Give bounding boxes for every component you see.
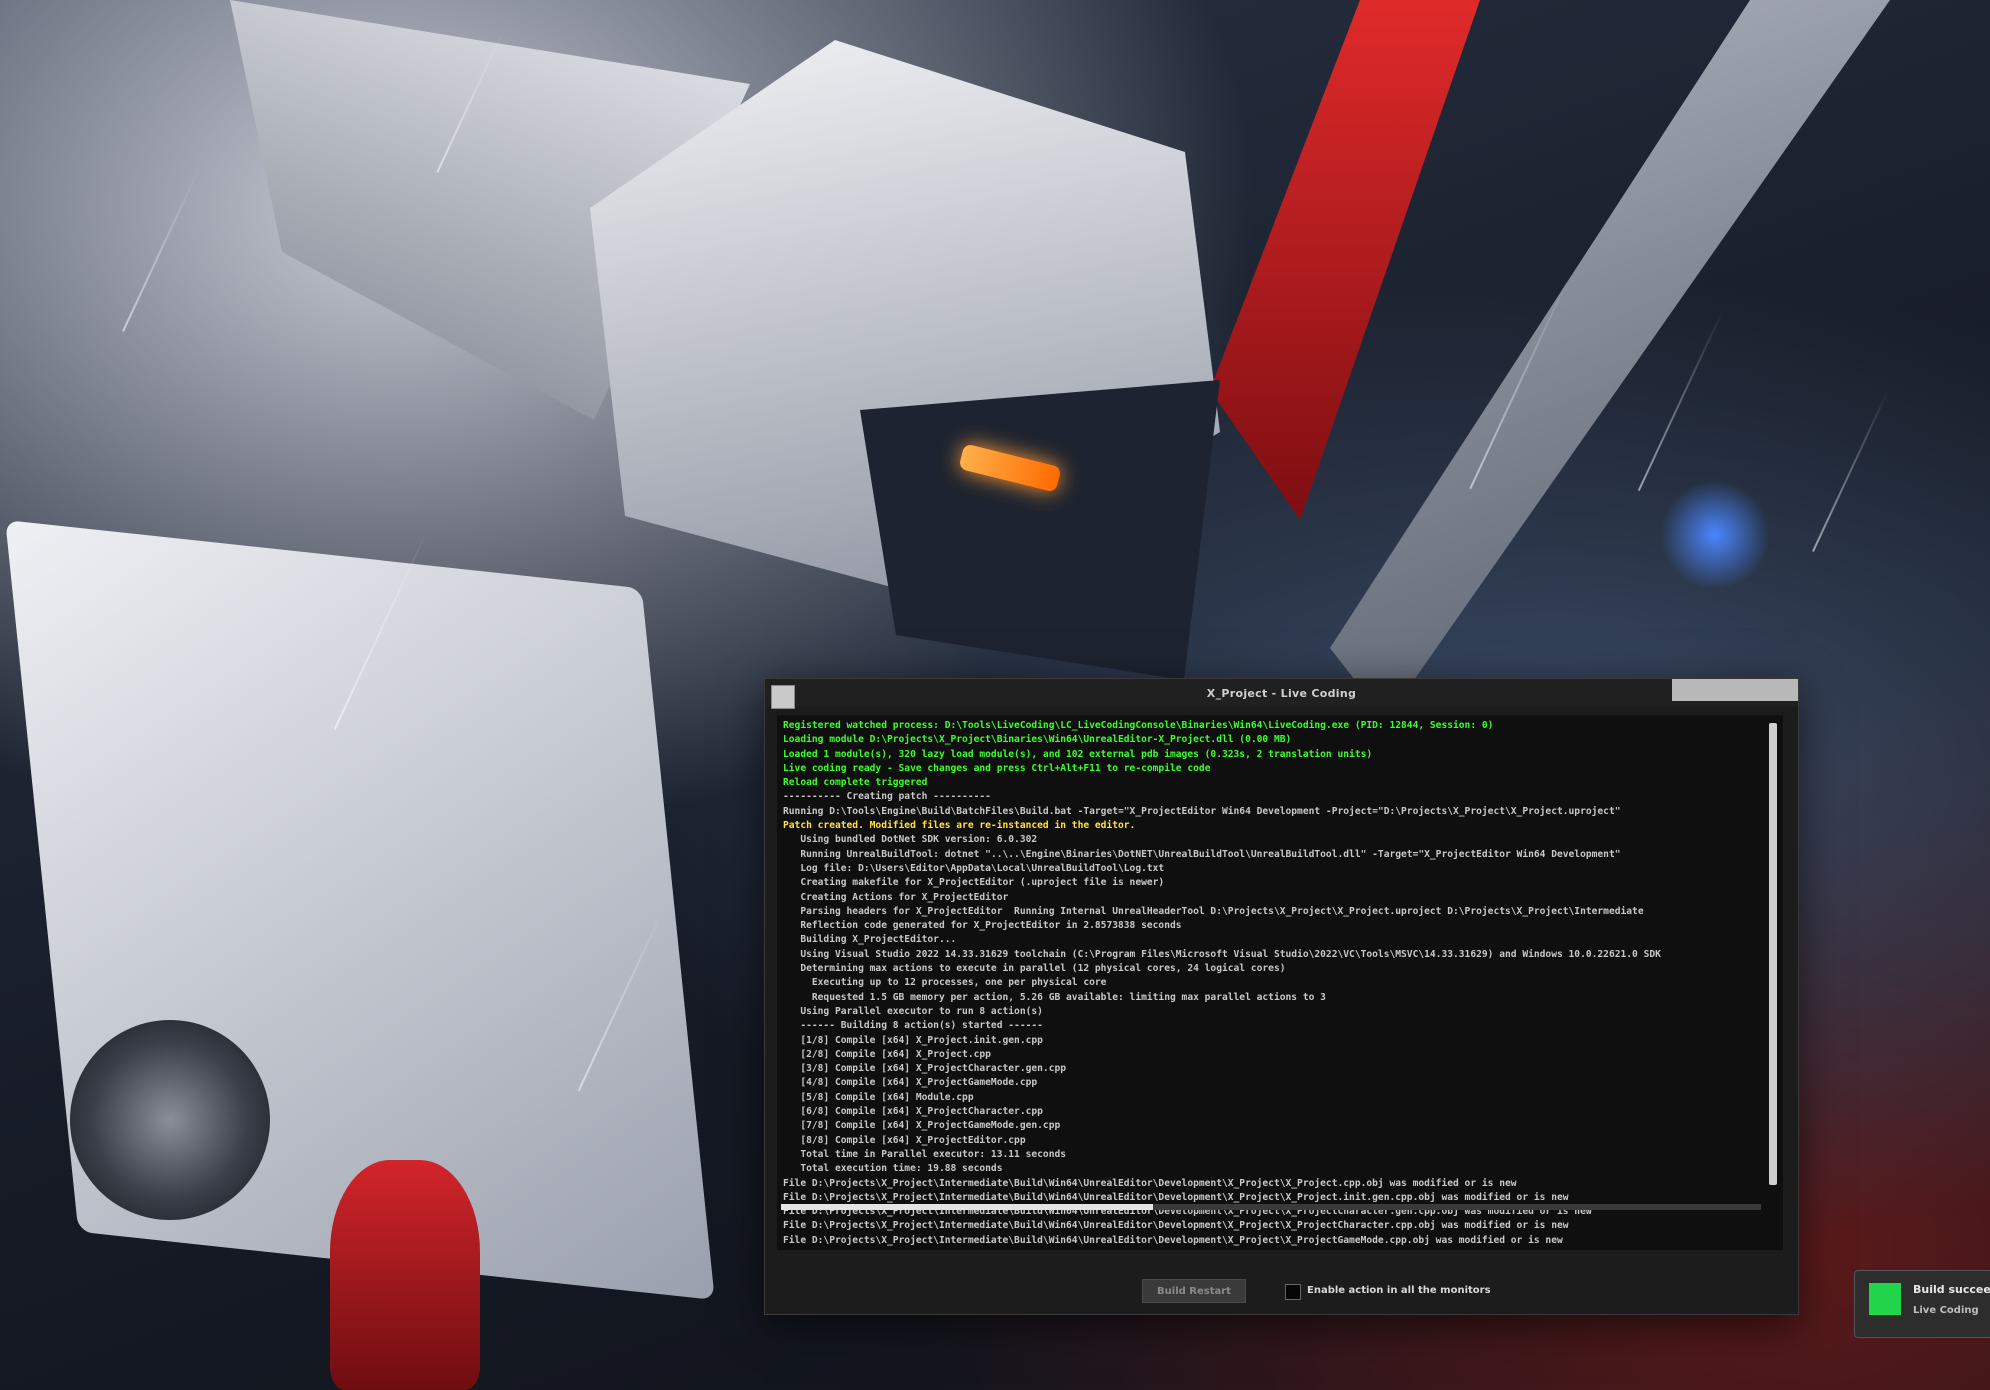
wallpaper-blue-light — [1660, 480, 1770, 590]
log-line: ---------- Creating patch ---------- — [783, 791, 991, 803]
window-title: X_Project - Live Coding — [1206, 687, 1357, 700]
log-line: [1/8] Compile [x64] X_Project.init.gen.c… — [783, 1034, 1043, 1046]
log-line: Parsing headers for X_ProjectEditor Runn… — [783, 905, 1644, 917]
window-footer: Build Restart Enable action in all the m… — [765, 1264, 1798, 1314]
window-titlebar[interactable]: X_Project - Live Coding — [765, 679, 1798, 709]
window-controls[interactable] — [1672, 679, 1798, 701]
log-line: File D:\Projects\X_Project\Intermediate\… — [783, 1220, 1569, 1232]
log-line: Creating Actions for X_ProjectEditor — [783, 891, 1009, 903]
toast-subtitle: Live Coding — [1913, 1305, 1979, 1316]
notification-toast[interactable]: Build succeeded Live Coding — [1854, 1270, 1990, 1338]
log-line: Live coding ready - Save changes and pre… — [783, 762, 1211, 774]
build-restart-button[interactable]: Build Restart — [1142, 1279, 1246, 1303]
wallpaper-face-core — [860, 380, 1220, 680]
log-line: Total execution time: 19.88 seconds — [783, 1163, 1003, 1175]
log-line: File D:\Projects\X_Project\Intermediate\… — [783, 1177, 1517, 1189]
log-line: Log file: D:\Users\Editor\AppData\Local\… — [783, 862, 1165, 874]
log-line: Using Visual Studio 2022 14.33.31629 too… — [783, 948, 1661, 960]
log-line: [4/8] Compile [x64] X_ProjectGameMode.cp… — [783, 1077, 1038, 1089]
log-line: Executing up to 12 processes, one per ph… — [783, 977, 1107, 989]
log-line: Loading module D:\Projects\X_Project\Bin… — [783, 734, 1292, 746]
log-line: ------ Building 8 action(s) started ----… — [783, 1020, 1043, 1032]
wallpaper-red-crest — [1210, 0, 1480, 520]
log-list: Registered watched process: D:\Tools\Liv… — [783, 719, 1757, 1248]
log-output[interactable]: Registered watched process: D:\Tools\Liv… — [777, 715, 1783, 1250]
success-icon — [1869, 1283, 1901, 1315]
vertical-scrollbar[interactable] — [1769, 723, 1777, 1185]
toast-title: Build succeeded — [1913, 1283, 1990, 1296]
log-line: Using Parallel executor to run 8 action(… — [783, 1005, 1043, 1017]
log-line: Loaded 1 module(s), 320 lazy load module… — [783, 748, 1373, 760]
log-line: [8/8] Compile [x64] X_ProjectEditor.cpp — [783, 1134, 1026, 1146]
log-line: Determining max actions to execute in pa… — [783, 963, 1286, 975]
log-line: [6/8] Compile [x64] X_ProjectCharacter.c… — [783, 1106, 1043, 1118]
log-line: Reflection code generated for X_ProjectE… — [783, 920, 1182, 932]
log-line: Requested 1.5 GB memory per action, 5.26… — [783, 991, 1326, 1003]
log-line: Running D:\Tools\Engine\Build\BatchFiles… — [783, 805, 1621, 817]
wallpaper-red-part — [330, 1160, 480, 1390]
log-line: [7/8] Compile [x64] X_ProjectGameMode.ge… — [783, 1120, 1061, 1132]
log-line: Running UnrealBuildTool: dotnet "..\..\E… — [783, 848, 1621, 860]
auto-restart-checkbox[interactable] — [1285, 1284, 1301, 1300]
log-line: File D:\Projects\X_Project\Intermediate\… — [783, 1191, 1569, 1203]
log-line: Reload complete triggered — [783, 777, 928, 789]
log-line: Registered watched process: D:\Tools\Liv… — [783, 720, 1494, 731]
log-line: [2/8] Compile [x64] X_Project.cpp — [783, 1048, 991, 1060]
log-line: [3/8] Compile [x64] X_ProjectCharacter.g… — [783, 1063, 1067, 1075]
log-line: [5/8] Compile [x64] Module.cpp — [783, 1091, 974, 1103]
rain-streak — [122, 168, 200, 332]
log-line: Patch created. Modified files are re-ins… — [783, 820, 1136, 832]
log-line: Using bundled DotNet SDK version: 6.0.30… — [783, 834, 1038, 846]
log-line: Total time in Parallel executor: 13.11 s… — [783, 1148, 1067, 1160]
wallpaper-joint — [70, 1020, 270, 1220]
live-coding-window[interactable]: X_Project - Live Coding Registered watch… — [764, 678, 1799, 1315]
auto-restart-label: Enable action in all the monitors — [1307, 1285, 1491, 1296]
log-line: File D:\Projects\X_Project\Intermediate\… — [783, 1234, 1563, 1246]
rain-streak — [1812, 388, 1890, 552]
log-line: Creating makefile for X_ProjectEditor (.… — [783, 877, 1165, 889]
horizontal-scrollbar-thumb[interactable] — [781, 1204, 1153, 1210]
log-line: Building X_ProjectEditor... — [783, 934, 957, 946]
